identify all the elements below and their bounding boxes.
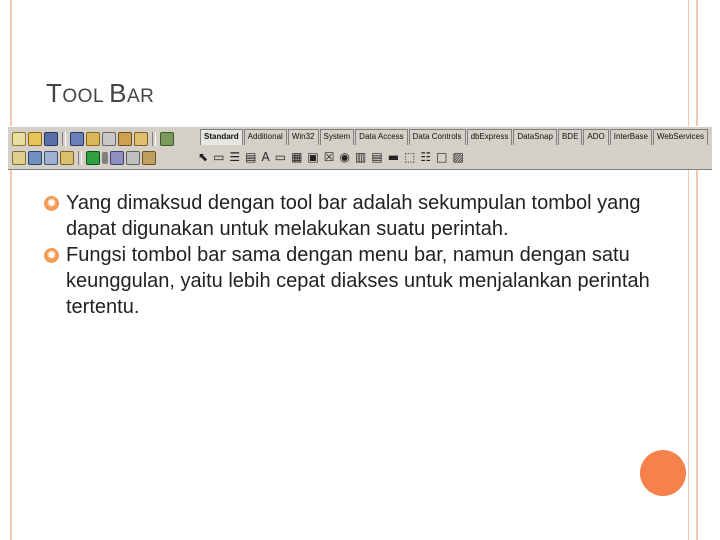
step-over-icon	[142, 151, 156, 165]
dropdown-icon	[102, 152, 108, 164]
listbox-icon: ▥	[355, 150, 367, 164]
help-icon	[134, 132, 148, 146]
sun-bullet-icon: ✹	[44, 248, 59, 263]
run-icon	[86, 151, 100, 165]
combobox-icon: ▤	[371, 150, 383, 164]
bullet-list: ✹ Yang dimaksud dengan tool bar adalah s…	[44, 190, 686, 320]
bullet-text: Fungsi tombol bar sama dengan menu bar, …	[66, 244, 650, 318]
main-menu-icon: ☰	[229, 150, 241, 164]
title-second-rest: AR	[126, 86, 155, 107]
open-project-icon	[86, 132, 100, 146]
toolbar-row-1	[12, 130, 174, 148]
tab-ado: ADO	[583, 129, 609, 145]
save-all-icon	[70, 132, 84, 146]
frame-line-right-outer	[696, 0, 698, 540]
label-icon: A	[261, 150, 270, 164]
tab-bde: BDE	[557, 129, 583, 145]
toolbar-speedbar	[8, 127, 190, 169]
add-file-icon	[102, 132, 116, 146]
title-rest: OOL	[62, 86, 104, 107]
tab-interbase: InterBase	[609, 129, 652, 145]
groupbox-icon: ⬚	[404, 150, 416, 164]
open-icon	[28, 132, 42, 146]
scrollbar-icon: ▬	[387, 150, 400, 164]
checkbox-icon: ☒	[323, 150, 335, 164]
title-initial: T	[46, 78, 63, 108]
toolbar-separator	[152, 132, 156, 146]
actionlist-icon: ▨	[452, 150, 464, 164]
button-icon: ▣	[307, 150, 319, 164]
toolbar-row-2	[12, 149, 156, 167]
component-icon	[160, 132, 174, 146]
frame-line-left	[10, 0, 12, 540]
component-palette: ⬉ ▭ ☰ ▤ A ▭ ▦ ▣ ☒ ◉ ▥ ▤ ▬ ⬚ ☷ □ ▨	[198, 147, 464, 167]
popup-menu-icon: ▤	[245, 150, 257, 164]
list-item: ✹ Fungsi tombol bar sama dengan menu bar…	[44, 242, 686, 320]
toolbar-separator	[78, 151, 82, 165]
tab-datasnap: DataSnap	[513, 129, 557, 145]
frame-line-right-inner	[688, 0, 689, 540]
list-item: ✹ Yang dimaksud dengan tool bar adalah s…	[44, 190, 686, 242]
radiogroup-icon: ☷	[420, 150, 432, 164]
component-palette-tabs: Standard Additional Win32 System Data Ac…	[200, 129, 709, 145]
tab-additional: Additional	[243, 129, 287, 145]
tab-webservices: WebServices	[653, 129, 708, 145]
tab-data-access: Data Access	[355, 129, 408, 145]
pointer-icon: ⬉	[198, 150, 209, 164]
save-icon	[44, 132, 58, 146]
view-unit-icon	[12, 151, 26, 165]
panel-icon: □	[436, 150, 448, 164]
remove-file-icon	[118, 132, 132, 146]
toolbar-separator	[62, 132, 66, 146]
tab-standard: Standard	[200, 129, 243, 145]
slide-title: TOOL BAR	[46, 78, 154, 109]
tab-win32: Win32	[287, 129, 319, 145]
decorative-circle	[640, 450, 686, 496]
memo-icon: ▦	[291, 150, 303, 164]
sun-bullet-icon: ✹	[44, 196, 59, 211]
edit-icon: ▭	[274, 150, 287, 164]
toggle-icon	[44, 151, 58, 165]
frame-icon: ▭	[213, 150, 225, 164]
view-form-icon	[28, 151, 42, 165]
tab-system: System	[319, 129, 355, 145]
tab-data-controls: Data Controls	[408, 129, 466, 145]
bullet-text: Yang dimaksud dengan tool bar adalah sek…	[66, 192, 641, 240]
tab-dbexpress: dbExpress	[466, 129, 513, 145]
toolbar-screenshot: Standard Additional Win32 System Data Ac…	[8, 126, 712, 170]
new-icon	[12, 132, 26, 146]
radio-icon: ◉	[339, 150, 351, 164]
trace-into-icon	[126, 151, 140, 165]
new-form-icon	[60, 151, 74, 165]
pause-icon	[110, 151, 124, 165]
title-second-initial: B	[109, 78, 127, 108]
